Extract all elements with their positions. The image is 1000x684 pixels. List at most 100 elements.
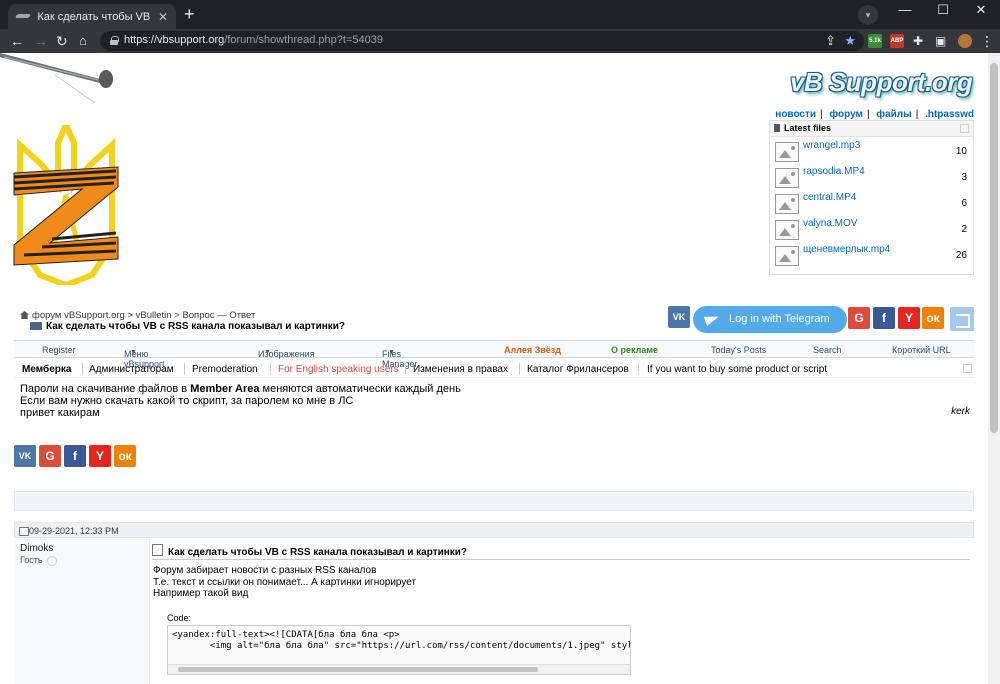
close-icon[interactable] [963,364,972,373]
google-login-button[interactable]: G [848,307,870,329]
subnav-freelancers[interactable]: Каталог Фрилансеров [527,364,629,375]
breadcrumb-qa[interactable]: Вопрос — Ответ [182,310,255,321]
chevron-down-icon: ▼ [388,349,395,356]
yandex-login-button[interactable]: Y [898,307,920,329]
divider [152,559,970,560]
username[interactable]: Dimoks [20,543,53,554]
tab-close-icon[interactable]: ✕ [158,10,168,24]
ok-login-button[interactable]: ок [922,307,944,329]
image-placeholder-icon[interactable] [775,220,799,240]
scrollbar-thumb[interactable] [990,63,998,433]
share-facebook-button[interactable]: f [64,445,86,467]
image-placeholder-icon[interactable] [775,194,799,214]
minimize-icon[interactable]: — [886,0,924,29]
user-title: Гость [20,555,56,566]
code-label: Code: [167,613,192,623]
code-scrollbar[interactable] [168,664,630,674]
subnav-admins[interactable]: Администраторам [89,364,174,375]
home-icon[interactable]: ⌂ [79,32,87,50]
collapse-icon[interactable] [960,124,969,133]
list-item: central.MP4 6 [770,189,973,215]
chevron-down-icon: ▼ [264,349,271,356]
breadcrumb: форум vBSupport.org > vBulletin > Вопрос… [20,310,255,321]
menu-short-url[interactable]: Короткий URL [892,345,951,355]
extension-badge-icon[interactable]: 5.1k [868,34,882,48]
top-link-htpasswd[interactable]: .htpasswd [925,109,974,120]
maximize-icon[interactable]: ☐ [924,0,962,29]
adblock-icon[interactable]: ABP [890,34,904,48]
image-placeholder-icon[interactable] [775,246,799,266]
subnav-english[interactable]: For English speaking users [278,364,399,375]
chevron-down-icon: ▼ [130,349,137,356]
list-item: щеневмерлык.mp4 26 [770,241,973,267]
file-icon [774,124,780,132]
page-scrollbar[interactable] [988,53,1000,684]
vk-login-button[interactable]: VK [668,306,690,328]
browser-toolbar: ← → ↻ ⌂ https://vbsupport.org/forum/show… [0,29,1000,53]
subnav-premoderation[interactable]: Premoderation [192,364,258,375]
file-count: 10 [955,146,967,157]
back-arrow-icon[interactable]: ← [10,32,24,50]
trident-emblem-icon [13,125,119,285]
breadcrumb-forum[interactable]: форум vBSupport.org [32,310,125,321]
menu-stars-alley[interactable]: Аллея Звёзд [504,345,561,355]
new-tab-plus-icon[interactable]: + [184,5,195,23]
share-vk-button[interactable]: VK [14,445,36,467]
file-link[interactable]: valyna.MOV [803,218,857,229]
code-block[interactable]: <yandex:full-text><![CDATA[бла бла бла <… [167,625,631,675]
reload-icon[interactable]: ↻ [56,32,68,50]
file-link[interactable]: central.MP4 [803,192,856,203]
menu-search[interactable]: Search [813,345,842,355]
top-link-news[interactable]: новости [775,109,816,120]
image-placeholder-icon[interactable] [775,142,799,162]
breadcrumb-vbulletin[interactable]: vBulletin [136,310,172,321]
facebook-login-button[interactable]: f [873,307,895,329]
file-link[interactable]: wrangel.mp3 [803,140,860,151]
post-title: Как сделать чтобы VB с RSS канала показы… [152,544,467,558]
file-link[interactable]: щеневмерлык.mp4 [803,244,890,255]
list-item: valyna.MOV 2 [770,215,973,241]
lock-icon[interactable] [110,36,119,45]
share-ok-button[interactable]: ок [114,445,136,467]
subnav-rights-changes[interactable]: Изменения в правах [413,364,508,375]
home-icon[interactable] [20,311,29,319]
menu-advertising[interactable]: О рекламе [611,345,658,355]
profile-avatar-icon[interactable] [958,34,972,48]
file-count: 6 [961,198,967,209]
post-body: Форум забирает новости с разных RSS кана… [153,565,417,599]
site-logo[interactable]: vB Support.org [790,57,990,107]
forward-arrow-icon[interactable]: → [34,32,48,50]
extensions-puzzle-icon[interactable]: ✚ [913,32,923,50]
post-date: 09-29-2021, 12:33 PM [14,522,974,538]
share-icon[interactable]: ⇪ [825,33,836,49]
telegram-login-button[interactable]: Log in with Telegram [693,306,847,333]
announcement-signature: kerk [951,406,970,417]
top-link-files[interactable]: файлы [876,109,911,120]
image-placeholder-icon[interactable] [775,168,799,188]
bookmark-star-icon[interactable]: ★ [844,33,856,49]
sub-navigation: Мемберка Администраторам Premoderation F… [14,360,974,378]
menu-register[interactable]: Register [42,345,76,355]
subnav-buy-script[interactable]: If you want to buy some product or scrip… [647,364,827,375]
file-link[interactable]: rapsodia.MP4 [803,166,865,177]
thread-tools-bar [14,491,974,511]
main-menu: Register Меню vBsupport ▼ Изображения ▼ Fi… [14,340,974,369]
share-google-button[interactable]: G [39,445,61,467]
file-count: 26 [955,250,967,261]
browser-menu-icon[interactable]: ⋮ [980,32,994,50]
close-window-icon[interactable]: ✕ [962,0,1000,29]
page-title: Как сделать чтобы VB с RSS канала показы… [30,321,345,332]
subnav-member[interactable]: Мемберка [22,364,71,375]
list-item: wrangel.mp3 10 [770,137,973,163]
login-icon[interactable] [950,307,974,331]
side-panel-icon[interactable]: ▣ [935,32,946,50]
list-item: rapsodia.MP4 3 [770,163,973,189]
share-yandex-button[interactable]: Y [89,445,111,467]
top-link-forum[interactable]: форум [829,109,863,120]
menu-todays-posts[interactable]: Today's Posts [711,345,766,355]
browser-tab[interactable]: Как сделать чтобы VB с RSS кана ✕ [8,4,176,29]
tab-search-icon[interactable]: ▾ [858,5,878,25]
folder-icon [30,322,42,330]
address-bar[interactable]: https://vbsupport.org/forum/showthread.p… [100,31,864,51]
browser-tab-bar: Как сделать чтобы VB с RSS кана ✕ + ▾ — … [0,0,1000,29]
